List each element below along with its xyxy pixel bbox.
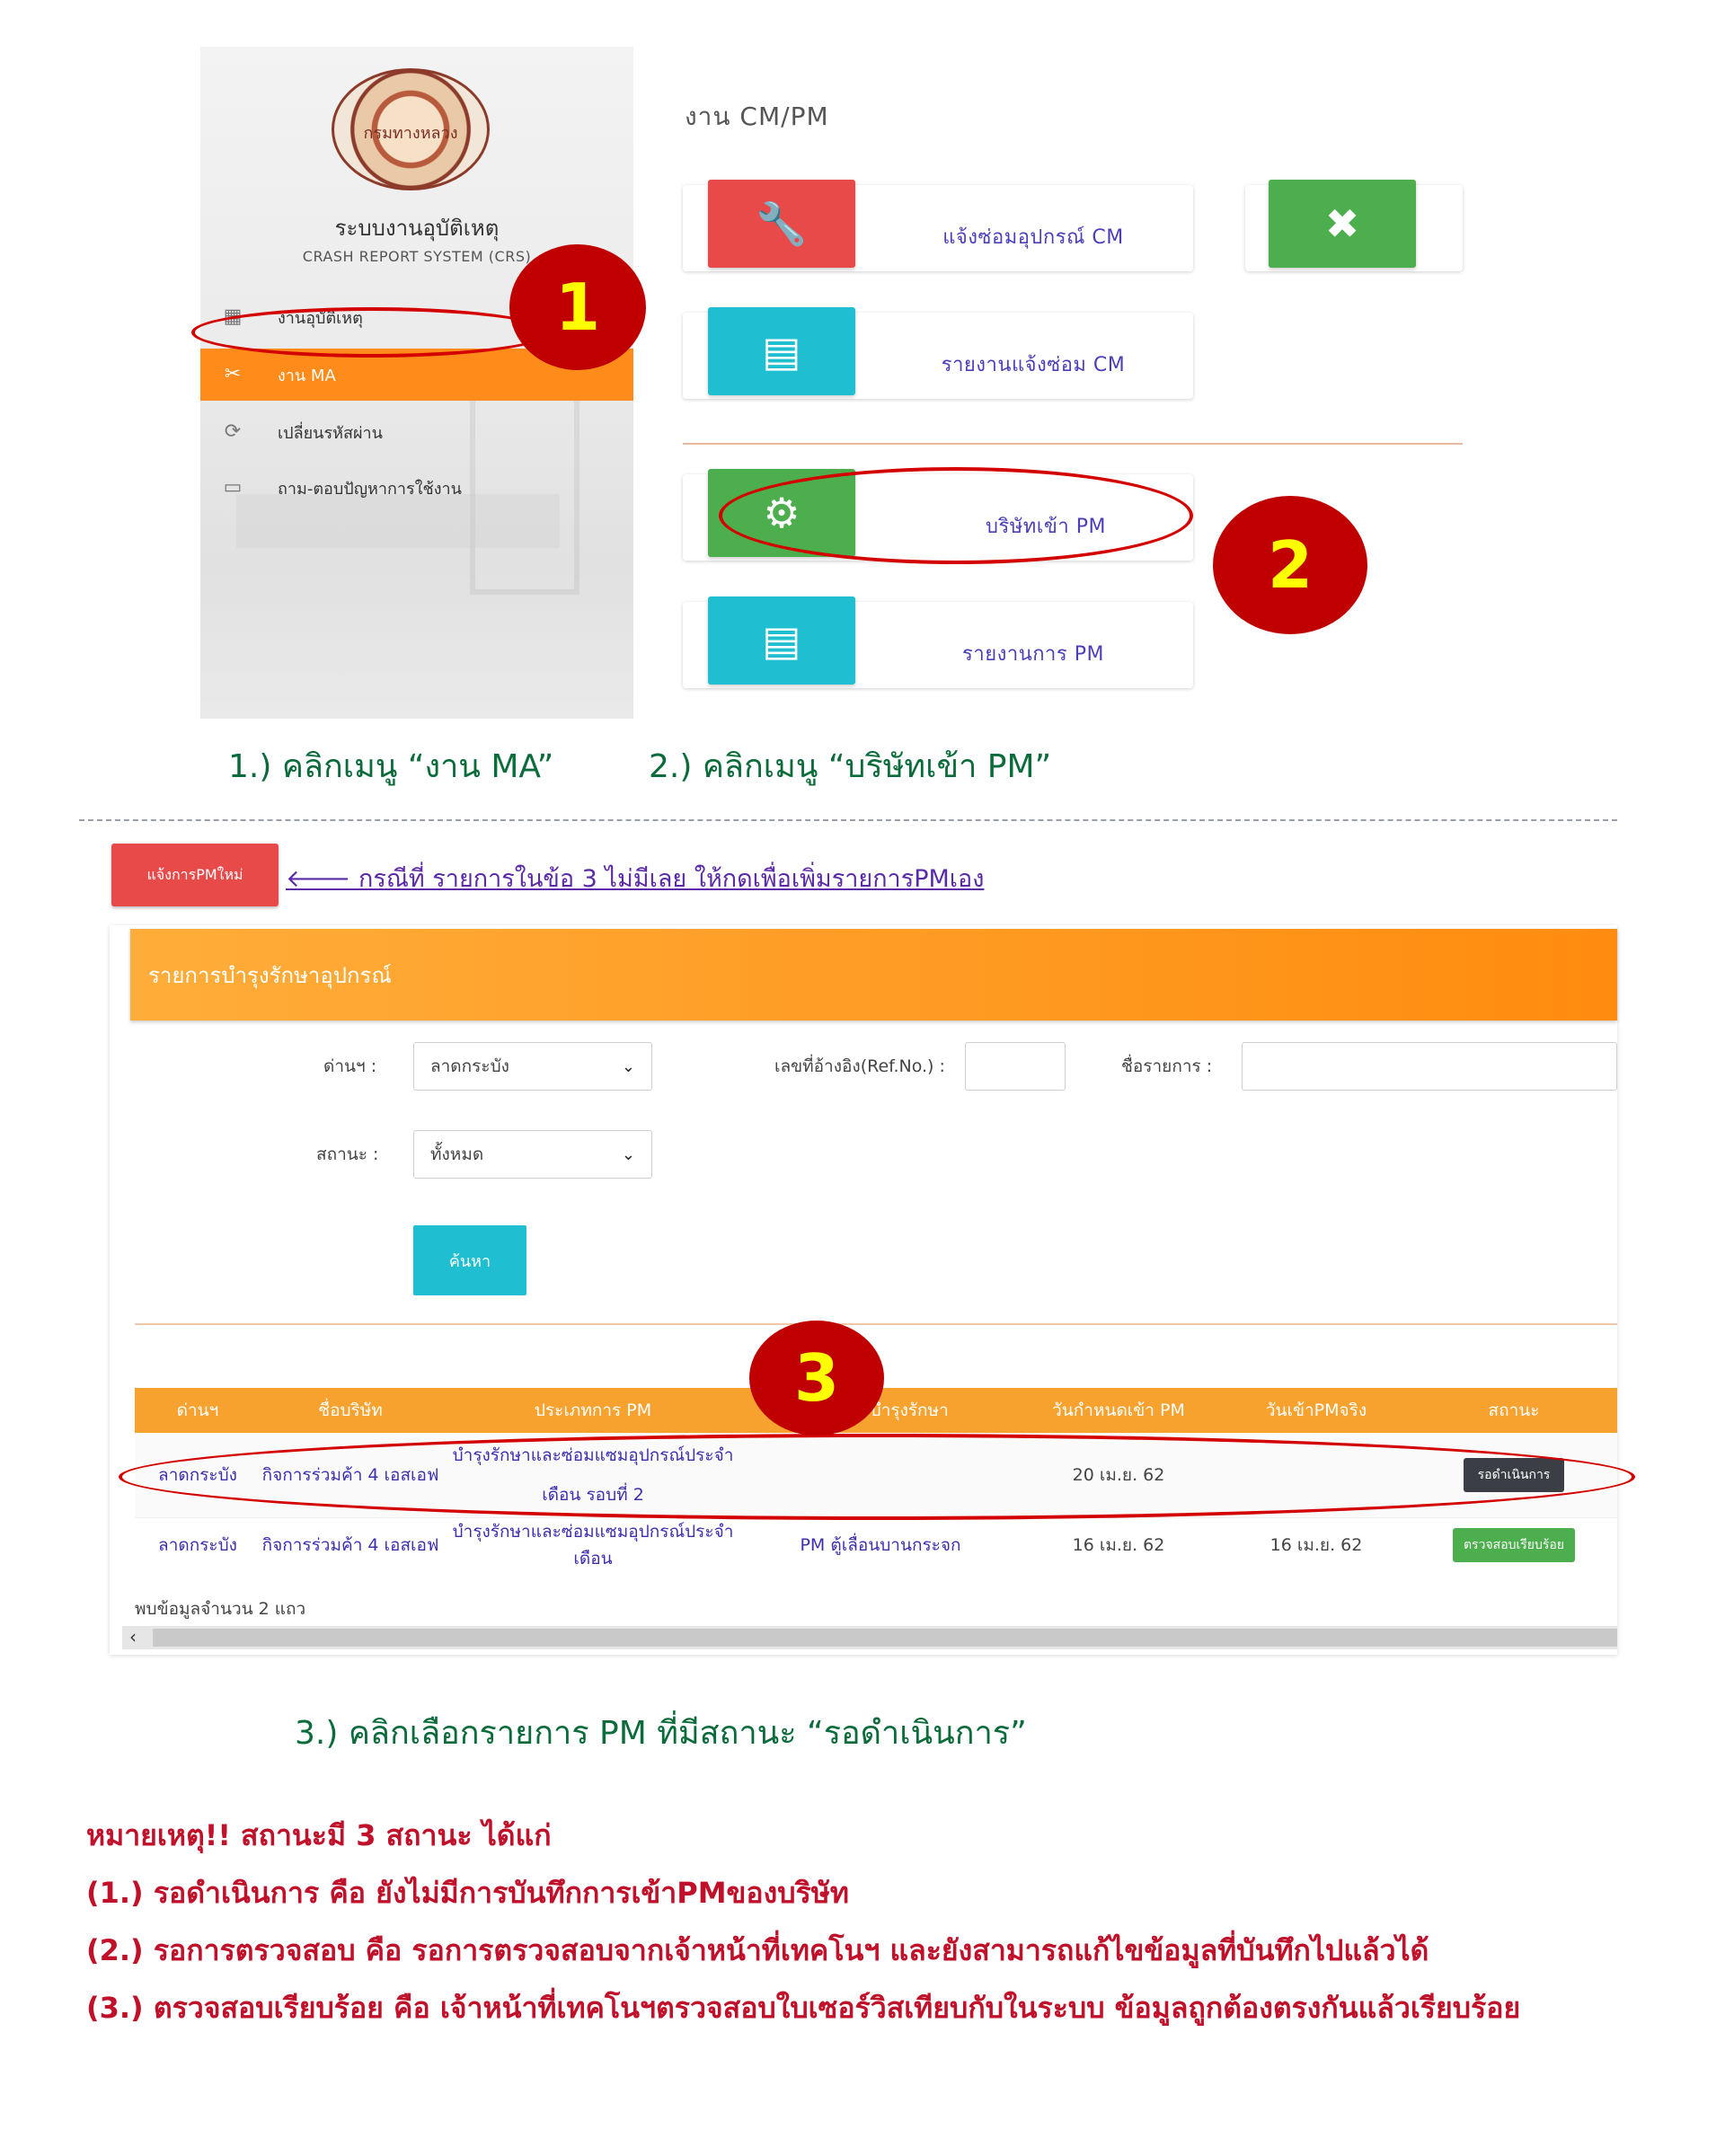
cell-company: กิจการร่วมค้า 4 เอสเอฟ <box>261 1516 440 1572</box>
item-name-label: ชื่อรายการ : <box>1121 1056 1213 1076</box>
sidebar-item-faq[interactable]: ▭ ถาม-ตอบปัญหาการใช้งาน <box>200 462 633 514</box>
highlight-ellipse-pm <box>719 467 1193 564</box>
department-logo: กรมทางหลวง <box>332 68 490 190</box>
ref-no-label: เลขที่อ้างอิง(Ref.No.) : <box>774 1056 945 1076</box>
section-title: งาน CM/PM <box>685 102 829 131</box>
item-name-input[interactable] <box>1242 1042 1617 1091</box>
search-button[interactable]: ค้นหา <box>413 1225 526 1295</box>
highlight-ellipse-ma <box>191 307 551 358</box>
col-due-date: วันกำหนดเข้า PM <box>1015 1388 1222 1433</box>
sidebar-item-label: งาน MA <box>278 366 336 385</box>
new-pm-note-text: กรณีที่ รายการในข้อ 3 ไม่มีเลย ให้กดเพื่… <box>358 865 985 893</box>
col-company: ชื่อบริษัท <box>261 1388 440 1433</box>
step-badge-3: 3 <box>749 1321 884 1436</box>
tools-icon: ✖ <box>1269 180 1416 268</box>
horizontal-scrollbar[interactable]: ‹ <box>122 1626 1617 1649</box>
panel-title: รายการบำรุงรักษาอุปกรณ์ <box>130 929 1617 1021</box>
dashed-separator <box>79 819 1617 821</box>
status-badge: ตรวจสอบเรียบร้อย <box>1452 1527 1576 1562</box>
cell-actual-date: 16 เม.ย. 62 <box>1222 1516 1411 1572</box>
step-badge-2: 2 <box>1213 496 1367 634</box>
logo-text: กรมทางหลวง <box>363 124 458 143</box>
status-label: สถานะ : <box>316 1144 379 1164</box>
cell-due-date: 16 เม.ย. 62 <box>1015 1516 1222 1572</box>
col-status: สถานะ <box>1411 1388 1617 1433</box>
card-label: รายงานแจ้งซ่อม CM <box>941 354 1126 376</box>
wrench-screwdriver-icon: ✂ <box>224 363 242 385</box>
arrow-left-icon: 🡐 <box>286 865 358 893</box>
scroll-left-icon[interactable]: ‹ <box>129 1626 137 1648</box>
document-icon: ▤ <box>708 307 855 395</box>
notes-heading: หมายเหตุ!! สถานะมี 3 สถานะ ได้แก่ <box>86 1818 552 1852</box>
cell-station: ลาดกระบัง <box>135 1516 261 1572</box>
note-item-2: (2.) รอการตรวจสอบ คือ รอการตรวจสอบจากเจ้… <box>86 1933 1429 1967</box>
row-count-text: พบข้อมูลจำนวน 2 แถว <box>135 1599 306 1619</box>
card-cm-repair[interactable]: 🔧 แจ้งซ่อมอุปกรณ์ CM <box>683 180 1193 271</box>
card-pm-report[interactable]: ▤ รายงานการ PM <box>683 596 1193 688</box>
card-tools[interactable]: ✖ <box>1245 180 1463 271</box>
note-item-1: (1.) รอดำเนินการ คือ ยังไม่มีการบันทึกกา… <box>86 1876 849 1910</box>
card-label: แจ้งซ่อมอุปกรณ์ CM <box>942 226 1124 249</box>
cell-item: PM ตู้เลื่อนบานกระจก <box>746 1516 1015 1572</box>
col-actual-date: วันเข้าPMจริง <box>1222 1388 1411 1433</box>
highlight-ellipse-row <box>119 1434 1635 1520</box>
caption-step-1: 1.) คลิกเมนู “งาน MA” <box>228 748 554 785</box>
col-pm-type: ประเภทการ PM <box>440 1388 746 1433</box>
system-title: ระบบงานอุบัติเหตุ <box>334 216 500 241</box>
cell-pm-type: บำรุงรักษาและซ่อมแซมอุปกรณ์ประจำเดือน <box>440 1516 746 1572</box>
chevron-down-icon: ⌄ <box>621 1056 635 1076</box>
card-label: รายงานการ PM <box>962 643 1104 666</box>
scrollbar-thumb[interactable] <box>153 1629 1617 1647</box>
station-select[interactable]: ลาดกระบัง ⌄ <box>413 1042 652 1091</box>
refresh-icon: ⟳ <box>224 420 242 443</box>
caption-step-3: 3.) คลิกเลือกรายการ PM ที่มีสถานะ “รอดำเ… <box>295 1715 1027 1752</box>
card-cm-report[interactable]: ▤ รายงานแจ้งซ่อม CM <box>683 307 1193 399</box>
sidebar: กรมทางหลวง ระบบงานอุบัติเหตุ CRASH REPOR… <box>200 47 633 719</box>
caption-step-2: 2.) คลิกเมนู “บริษัทเข้า PM” <box>649 748 1052 785</box>
chevron-down-icon: ⌄ <box>621 1144 635 1164</box>
cell-status: ตรวจสอบเรียบร้อย <box>1411 1516 1617 1572</box>
status-select[interactable]: ทั้งหมด ⌄ <box>413 1130 652 1179</box>
sidebar-item-change-password[interactable]: ⟳ เปลี่ยนรหัสผ่าน <box>200 406 633 458</box>
sidebar-item-label: ถาม-ตอบปัญหาการใช้งาน <box>278 479 462 499</box>
status-select-value: ทั้งหมด <box>430 1144 484 1164</box>
table-row[interactable]: ลาดกระบัง กิจการร่วมค้า 4 เอสเอฟ บำรุงรั… <box>135 1516 1617 1572</box>
section-divider <box>683 443 1463 445</box>
station-select-value: ลาดกระบัง <box>430 1056 509 1076</box>
station-label: ด่านฯ : <box>323 1056 377 1076</box>
new-pm-note-link[interactable]: 🡐 กรณีที่ รายการในข้อ 3 ไม่มีเลย ให้กดเพ… <box>286 859 984 897</box>
sidebar-item-label: เปลี่ยนรหัสผ่าน <box>278 423 383 443</box>
note-item-3: (3.) ตรวจสอบเรียบร้อย คือ เจ้าหน้าที่เทค… <box>86 1991 1521 2025</box>
panel-divider <box>135 1323 1617 1325</box>
document-icon: ▤ <box>708 596 855 685</box>
col-station: ด่านฯ <box>135 1388 261 1433</box>
step-badge-1: 1 <box>509 244 646 370</box>
new-pm-button[interactable]: แจ้งการPMใหม่ <box>111 844 279 906</box>
wrench-icon: 🔧 <box>708 180 855 268</box>
ref-no-input[interactable] <box>965 1042 1066 1091</box>
chat-icon: ▭ <box>223 476 243 499</box>
